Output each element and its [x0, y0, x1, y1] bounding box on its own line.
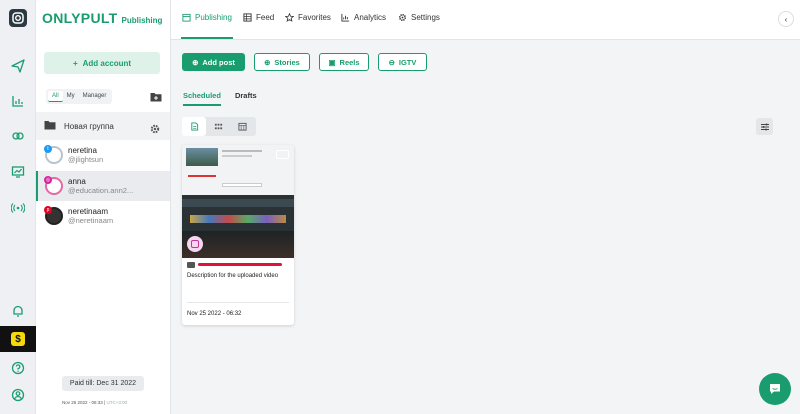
- story-badge-icon: [187, 236, 203, 252]
- folder-icon: [44, 117, 56, 135]
- tag-icon: [187, 262, 195, 268]
- monitor-chart-icon[interactable]: [0, 158, 36, 186]
- account-handle: @education.ann2...: [68, 186, 134, 195]
- nav-settings[interactable]: Settings: [398, 13, 440, 22]
- avatar: ◎: [44, 176, 63, 195]
- star-icon: [285, 13, 294, 22]
- panel-footer-time: Nov 25 2022 - 06:33 | UTC+3:00: [62, 400, 127, 405]
- add-post-label: Add post: [202, 57, 235, 67]
- left-rail: $: [0, 0, 36, 414]
- active-tab-indicator: [181, 37, 233, 39]
- card-divider: [187, 302, 289, 303]
- analytics-icon: [341, 13, 350, 22]
- reels-button[interactable]: ▣ Reels: [319, 53, 369, 71]
- avatar: t: [44, 145, 63, 164]
- add-account-button[interactable]: + Add account: [44, 52, 160, 74]
- post-tabs: Scheduled Drafts: [183, 91, 257, 106]
- igtv-label: IGTV: [398, 57, 417, 67]
- send-icon[interactable]: [0, 52, 36, 80]
- nav-favorites-label: Favorites: [298, 13, 331, 22]
- add-folder-icon[interactable]: [150, 89, 162, 102]
- filter-my[interactable]: My: [63, 91, 79, 102]
- igtv-icon: ⊖: [388, 57, 395, 67]
- post-card[interactable]: Description for the uploaded video Nov 2…: [182, 145, 294, 325]
- dollar-icon[interactable]: $: [0, 326, 36, 352]
- calendar-view-icon[interactable]: [230, 117, 254, 136]
- account-name: neretinaam: [68, 207, 109, 216]
- brand-product: Publishing: [121, 16, 163, 25]
- calendar-icon: [182, 13, 191, 22]
- plus-circle-icon: ⊕: [192, 57, 199, 67]
- reels-icon: ▣: [328, 57, 336, 67]
- nav-publishing-label: Publishing: [195, 13, 232, 22]
- account-item[interactable]: t neretina @jlightsun: [36, 140, 170, 170]
- tag-label-bar: [198, 263, 282, 266]
- plus-circle-icon: ⊕: [264, 57, 271, 67]
- plus-icon: +: [72, 58, 78, 68]
- help-icon[interactable]: [0, 354, 36, 382]
- account-name: anna: [68, 177, 86, 186]
- paid-till-badge[interactable]: Paid till: Dec 31 2022: [62, 376, 144, 391]
- filter-settings-icon[interactable]: [756, 118, 773, 135]
- list-view-icon[interactable]: [182, 117, 206, 136]
- post-description: Description for the uploaded video: [187, 273, 279, 279]
- brand-logo[interactable]: ONLYPULT Publishing: [42, 10, 162, 26]
- footer-timezone: UTC+3:00: [106, 400, 128, 405]
- twitter-icon: t: [44, 145, 52, 153]
- nav-analytics[interactable]: Analytics: [341, 13, 386, 22]
- collapse-panel-button[interactable]: ‹: [778, 11, 794, 27]
- account-filter-tabs: All My Manager: [46, 89, 113, 104]
- account-item[interactable]: p neretinaam @neretinaam: [36, 201, 170, 231]
- bar-chart-icon[interactable]: [0, 87, 36, 115]
- nav-feed-label: Feed: [256, 13, 275, 22]
- gear-icon: [398, 13, 407, 22]
- grid-icon: [243, 13, 252, 22]
- accounts-panel: ONLYPULT Publishing + Add account All My…: [36, 0, 171, 414]
- brand-name: ONLYPULT: [42, 10, 118, 26]
- view-switcher: [182, 117, 256, 136]
- link-icon[interactable]: [0, 122, 36, 150]
- post-date: Nov 25 2022 - 06:32: [187, 311, 242, 317]
- post-thumbnail: [182, 145, 294, 258]
- bell-icon[interactable]: [0, 297, 36, 325]
- tab-drafts[interactable]: Drafts: [235, 91, 257, 106]
- add-post-button[interactable]: ⊕ Add post: [182, 53, 245, 71]
- nav-settings-label: Settings: [411, 13, 440, 22]
- group-name: Новая группа: [64, 121, 114, 131]
- filter-manager[interactable]: Manager: [79, 91, 111, 102]
- stories-label: Stories: [274, 57, 300, 67]
- footer-datetime: Nov 25 2022 - 06:33 |: [62, 400, 106, 405]
- user-icon[interactable]: [0, 381, 36, 409]
- account-group[interactable]: Новая группа: [36, 112, 170, 140]
- chat-icon: [770, 384, 780, 394]
- nav-analytics-label: Analytics: [354, 13, 387, 22]
- nav-feed[interactable]: Feed: [243, 13, 274, 22]
- tab-scheduled[interactable]: Scheduled: [183, 91, 221, 106]
- pinterest-icon: p: [44, 206, 52, 214]
- nav-favorites[interactable]: Favorites: [285, 13, 331, 22]
- top-navigation: Publishing Feed Favorites Analytics Sett…: [171, 0, 800, 40]
- avatar: p: [44, 206, 63, 225]
- nav-publishing[interactable]: Publishing: [182, 13, 232, 22]
- add-account-label: Add account: [82, 58, 132, 68]
- instagram-icon: ◎: [44, 176, 52, 184]
- grid-view-icon[interactable]: [206, 117, 230, 136]
- account-item[interactable]: ◎ anna @education.ann2...: [36, 171, 170, 201]
- account-handle: @jlightsun: [68, 155, 104, 164]
- igtv-button[interactable]: ⊖ IGTV: [378, 53, 427, 71]
- stories-button[interactable]: ⊕ Stories: [254, 53, 310, 71]
- reels-label: Reels: [339, 57, 360, 67]
- group-settings-icon[interactable]: [150, 121, 160, 134]
- broadcast-icon[interactable]: [0, 194, 36, 222]
- account-name: neretina: [68, 146, 97, 155]
- account-handle: @neretinaam: [68, 216, 114, 225]
- filter-all[interactable]: All: [48, 91, 63, 102]
- chat-support-button[interactable]: [759, 373, 791, 405]
- video-icon: [276, 150, 289, 159]
- instagram-logo-icon[interactable]: [0, 4, 36, 32]
